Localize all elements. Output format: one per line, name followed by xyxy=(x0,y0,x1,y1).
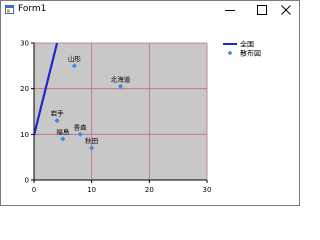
x-tick-label: 10 xyxy=(87,186,96,194)
y-tick-label: 30 xyxy=(20,40,29,48)
minimize-button[interactable] xyxy=(217,1,243,19)
legend-label: 散布図 xyxy=(240,49,261,58)
close-button[interactable] xyxy=(273,1,299,19)
form1-window: Form1 0 10 20 30 0 10 20 30 山形北海道岩手福島 香森秋田 全国 散布図 xyxy=(0,0,300,206)
maximize-icon xyxy=(257,5,267,15)
data-label: 山形 xyxy=(68,54,82,63)
x-tick-label: 20 xyxy=(145,186,154,194)
x-tick-label: 0 xyxy=(32,186,36,194)
data-label: 北海道 xyxy=(111,74,131,83)
close-icon xyxy=(281,5,291,15)
x-tick-label: 30 xyxy=(203,186,212,194)
minimize-icon xyxy=(225,10,235,11)
data-label: 岩手 xyxy=(51,109,65,118)
data-label: 香森 xyxy=(74,122,88,131)
y-tick-label: 20 xyxy=(20,85,29,93)
form-app-icon xyxy=(5,5,14,14)
maximize-button[interactable] xyxy=(249,1,275,19)
title-bar[interactable]: Form1 xyxy=(1,1,299,19)
legend-label: 全国 xyxy=(240,40,254,49)
scatter-chart: 0 10 20 30 0 10 20 30 山形北海道岩手福島香森秋田 全国散布図 xyxy=(20,40,261,195)
data-label: 福島 xyxy=(56,127,70,136)
legend-marker-swatch xyxy=(227,50,233,56)
data-label: 秋田 xyxy=(85,136,98,145)
form-client-area: 0 10 20 30 0 10 20 30 山形北海道岩手福島 香森秋田 全国 散布図 xyxy=(1,19,299,205)
y-tick-label: 10 xyxy=(20,131,29,139)
y-tick-label: 0 xyxy=(25,177,29,185)
window-title: Form1 xyxy=(18,4,47,14)
